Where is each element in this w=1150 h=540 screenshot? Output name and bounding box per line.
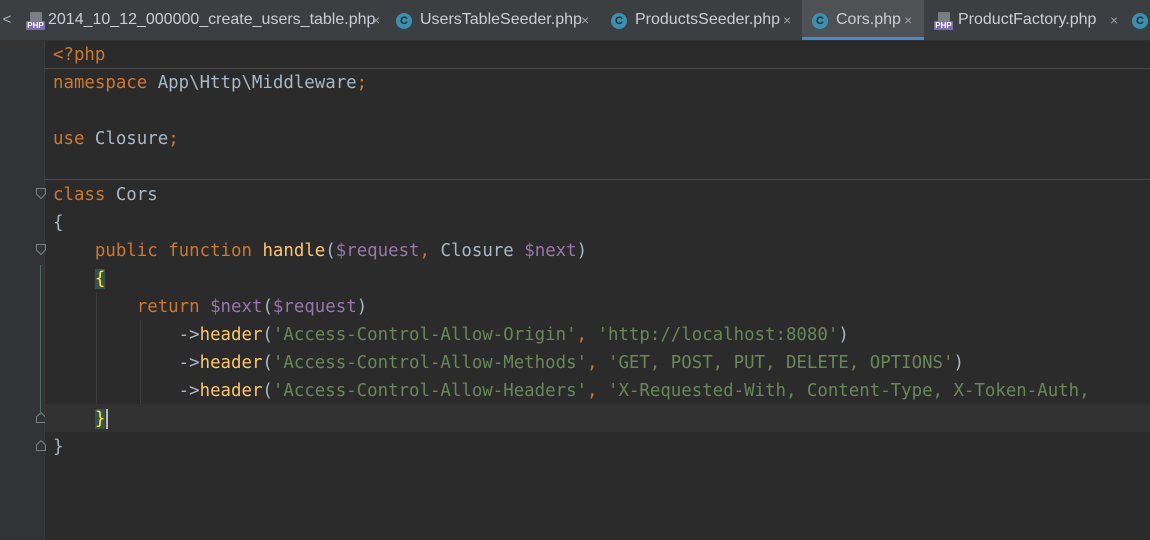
code-line-6: class Cors bbox=[53, 185, 158, 205]
close-icon[interactable]: × bbox=[1110, 0, 1118, 40]
tab-label: UsersTableSeeder.php bbox=[420, 11, 582, 28]
code-line-13: ->header('Access-Control-Allow-Headers',… bbox=[53, 381, 1101, 401]
close-icon[interactable]: × bbox=[783, 0, 791, 40]
code-line-14: } bbox=[53, 405, 109, 433]
php-file-icon: PHP bbox=[26, 12, 45, 30]
tab-users-table-seeder[interactable]: C UsersTableSeeder.php × bbox=[392, 0, 604, 40]
code-line-7: { bbox=[53, 213, 64, 233]
tab-overflow[interactable]: C bbox=[1128, 0, 1150, 40]
close-icon[interactable]: × bbox=[904, 0, 912, 40]
close-icon[interactable]: × bbox=[581, 0, 589, 40]
class-icon: C bbox=[1132, 13, 1148, 29]
matched-brace-open: { bbox=[94, 269, 106, 289]
code-line-10: return $next($request) bbox=[136, 297, 368, 317]
code-line-8: public function handle($request, Closure… bbox=[94, 241, 588, 261]
tab-label: ProductsSeeder.php bbox=[635, 11, 780, 28]
current-line-highlight bbox=[45, 404, 1150, 432]
close-icon[interactable]: × bbox=[372, 0, 380, 40]
class-icon: C bbox=[396, 13, 412, 29]
editor-tab-bar: < PHP 2014_10_12_000000_create_users_tab… bbox=[0, 0, 1150, 41]
tab-label: ProductFactory.php bbox=[958, 11, 1097, 28]
class-icon: C bbox=[812, 13, 828, 29]
tab-label: Cors.php bbox=[836, 11, 901, 28]
tab-create-users-table[interactable]: PHP 2014_10_12_000000_create_users_table… bbox=[22, 0, 390, 40]
method-separator bbox=[45, 179, 1150, 180]
matched-brace-close: } bbox=[94, 409, 106, 429]
code-line-2: namespace App\Http\Middleware; bbox=[53, 73, 368, 93]
code-line-9: { bbox=[53, 265, 106, 293]
code-line-15: } bbox=[53, 437, 64, 457]
code-editor[interactable]: <?php namespace App\Http\Middleware; use… bbox=[45, 41, 1150, 540]
class-icon: C bbox=[611, 13, 627, 29]
tab-label: 2014_10_12_000000_create_users_table.php bbox=[48, 11, 376, 28]
tab-product-factory[interactable]: PHP ProductFactory.php × bbox=[928, 0, 1128, 40]
tab-scroll-left-icon[interactable]: < bbox=[0, 0, 14, 40]
editor-gutter bbox=[0, 41, 46, 540]
php-file-icon: PHP bbox=[934, 12, 953, 30]
code-line-4: use Closure; bbox=[53, 129, 179, 149]
code-line-1: <?php bbox=[53, 45, 106, 65]
change-marker bbox=[40, 265, 41, 415]
tab-cors[interactable]: C Cors.php × bbox=[802, 0, 924, 40]
code-line-11: ->header('Access-Control-Allow-Origin', … bbox=[53, 325, 849, 345]
code-line-12: ->header('Access-Control-Allow-Methods',… bbox=[53, 353, 964, 373]
text-caret bbox=[106, 409, 109, 429]
tab-products-seeder[interactable]: C ProductsSeeder.php × bbox=[607, 0, 801, 40]
